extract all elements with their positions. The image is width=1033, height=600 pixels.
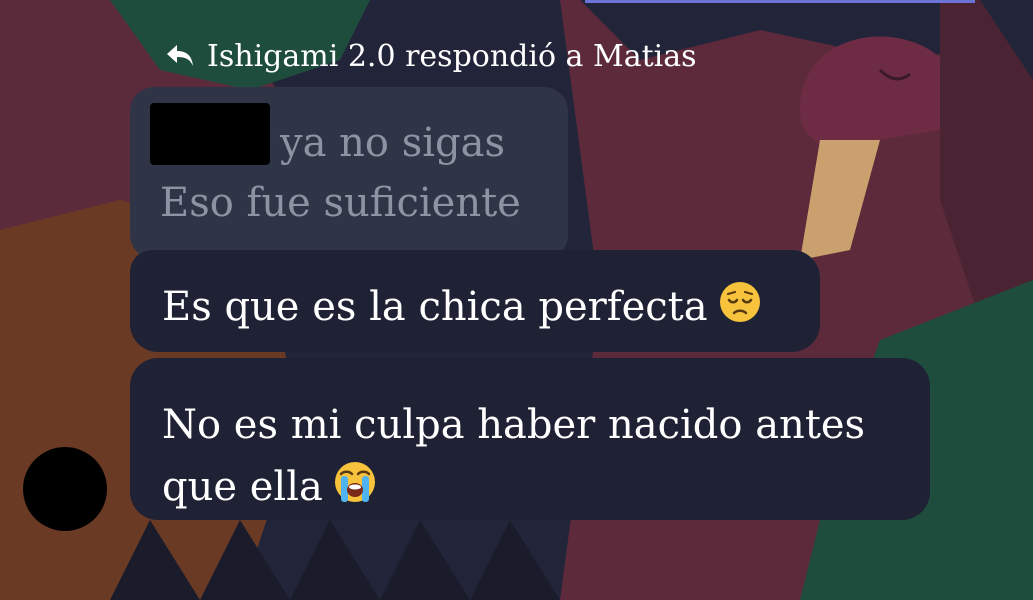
message-line: Es que es la chica perfecta — [162, 284, 708, 330]
message-line: que ella — [162, 464, 323, 510]
reply-header-text: Ishigami 2.0 respondió a Matias — [207, 38, 697, 74]
quoted-message-line-1: ya no sigas — [280, 120, 506, 166]
message-line: No es mi culpa haber nacido antes — [162, 402, 866, 448]
message-bubble[interactable]: Es que es la chica perfecta — [130, 250, 820, 352]
quoted-message[interactable]: ya no sigas Eso fue suficiente — [130, 87, 568, 259]
message-text: No es mi culpa haber nacido antes que el… — [162, 394, 922, 522]
loudly-crying-face-emoji-icon — [333, 460, 377, 522]
quoted-message-line-2: Eso fue suficiente — [160, 180, 521, 226]
message-line-with-emoji: que ella — [162, 456, 922, 522]
message-text: Es que es la chica perfecta — [162, 280, 762, 331]
top-accent-bar — [585, 0, 975, 3]
avatar[interactable] — [23, 447, 107, 531]
pensive-face-emoji-icon — [718, 280, 762, 331]
reply-arrow-icon — [163, 41, 197, 71]
redacted-name-block — [150, 103, 270, 165]
reply-header[interactable]: Ishigami 2.0 respondió a Matias — [163, 34, 697, 78]
message-bubble[interactable]: No es mi culpa haber nacido antes que el… — [130, 358, 930, 520]
